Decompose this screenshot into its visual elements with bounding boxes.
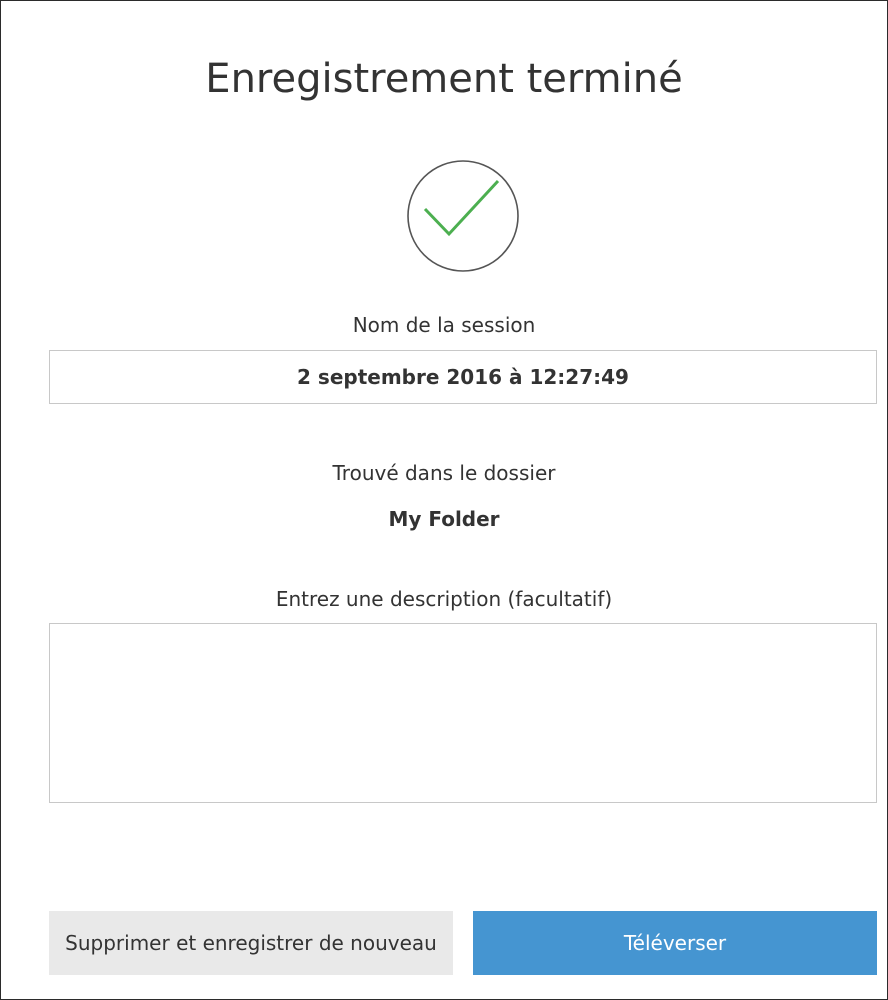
- recording-complete-dialog: Enregistrement terminé Nom de la session…: [0, 0, 888, 1000]
- description-input[interactable]: [49, 623, 877, 803]
- delete-and-rerecord-label: Supprimer et enregistrer de nouveau: [65, 931, 437, 955]
- delete-and-rerecord-button[interactable]: Supprimer et enregistrer de nouveau: [49, 911, 453, 975]
- upload-button[interactable]: Téléverser: [473, 911, 877, 975]
- check-circle-icon: [407, 160, 519, 272]
- session-name-field[interactable]: 2 septembre 2016 à 12:27:49: [49, 350, 877, 404]
- folder-label: Trouvé dans le dossier: [332, 461, 556, 485]
- session-name-label: Nom de la session: [352, 313, 536, 337]
- folder-name: My Folder: [388, 507, 500, 531]
- description-label: Entrez une description (facultatif): [275, 587, 613, 611]
- dialog-title: Enregistrement terminé: [205, 56, 683, 102]
